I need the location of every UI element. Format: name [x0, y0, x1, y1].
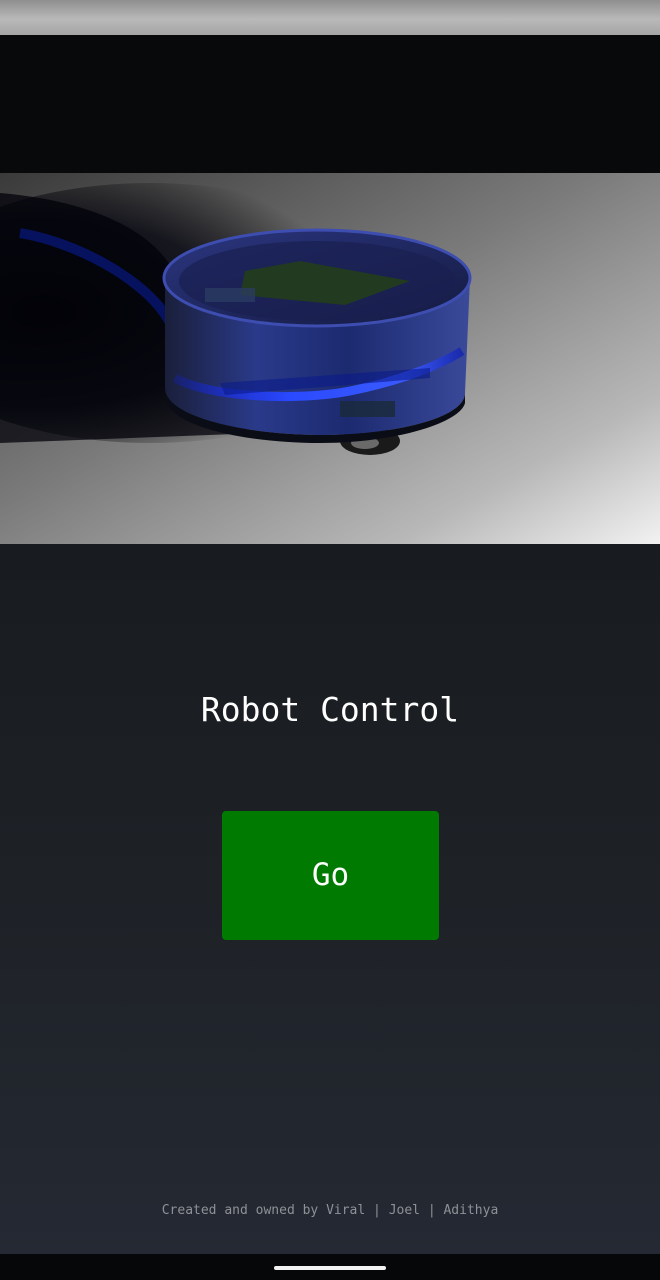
robot-image: [0, 173, 660, 544]
go-button[interactable]: Go: [222, 811, 439, 940]
page-title: Robot Control: [200, 690, 460, 729]
top-banner-area: [0, 35, 660, 173]
status-bar: [0, 0, 660, 35]
footer-credits: Created and owned by Viral | Joel | Adit…: [161, 1203, 499, 1218]
home-indicator[interactable]: [274, 1266, 386, 1270]
